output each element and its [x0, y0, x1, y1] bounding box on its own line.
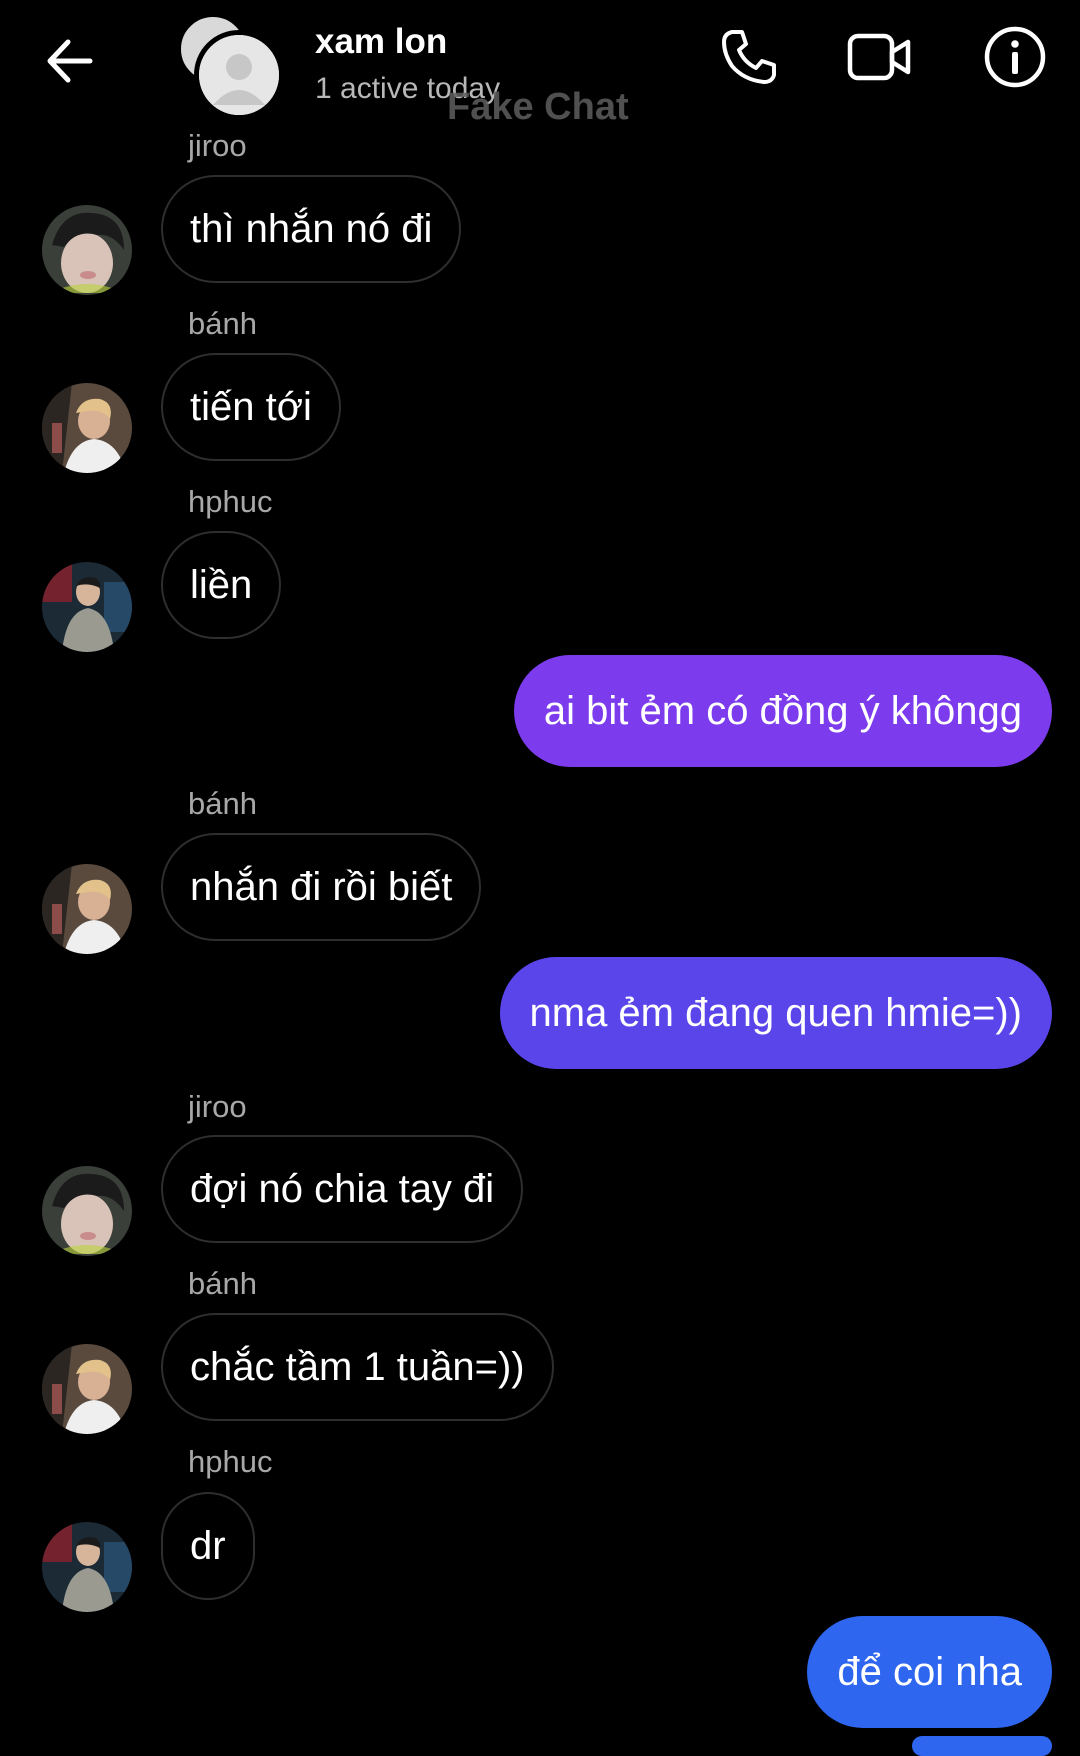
avatar-hphuc[interactable] — [42, 562, 132, 652]
sender-name: hphuc — [188, 1444, 273, 1479]
sender-name: bánh — [188, 786, 257, 821]
avatar-jiroo[interactable] — [42, 1166, 132, 1256]
sender-name: jiroo — [188, 1089, 247, 1124]
back-arrow-icon[interactable] — [40, 30, 100, 90]
outgoing-message[interactable]: nma ẻm đang quen hmie=)) — [499, 957, 1052, 1069]
chat-header: xam lon 1 active today Fake Chat — [0, 0, 1080, 128]
incoming-message[interactable]: dr — [161, 1492, 255, 1600]
video-camera-icon[interactable] — [846, 24, 912, 90]
avatar-hphuc[interactable] — [42, 1522, 132, 1612]
incoming-message[interactable]: đợi nó chia tay đi — [161, 1135, 524, 1243]
group-avatar-icon[interactable] — [178, 14, 284, 120]
chat-title[interactable]: xam lon — [315, 22, 447, 62]
incoming-message[interactable]: thì nhắn nó đi — [161, 175, 462, 283]
outgoing-message-partial — [912, 1736, 1052, 1756]
group-avatar-front — [194, 30, 284, 120]
sender-name: bánh — [188, 306, 257, 341]
incoming-message[interactable]: liền — [161, 531, 282, 639]
incoming-message[interactable]: nhắn đi rồi biết — [161, 833, 482, 941]
phone-icon[interactable] — [716, 24, 782, 90]
outgoing-message[interactable]: ai bit ẻm có đồng ý khôngg — [513, 655, 1052, 767]
incoming-message[interactable]: chắc tầm 1 tuần=)) — [161, 1313, 554, 1421]
sender-name: bánh — [188, 1266, 257, 1301]
incoming-message[interactable]: tiến tới — [161, 353, 341, 461]
avatar-banh[interactable] — [42, 1344, 132, 1434]
avatar-jiroo[interactable] — [42, 205, 132, 295]
outgoing-message[interactable]: để coi nha — [807, 1616, 1052, 1728]
info-icon[interactable] — [982, 24, 1048, 90]
avatar-banh[interactable] — [42, 864, 132, 954]
watermark: Fake Chat — [447, 86, 629, 128]
sender-name: jiroo — [188, 128, 247, 163]
avatar-banh[interactable] — [42, 383, 132, 473]
sender-name: hphuc — [188, 484, 273, 519]
